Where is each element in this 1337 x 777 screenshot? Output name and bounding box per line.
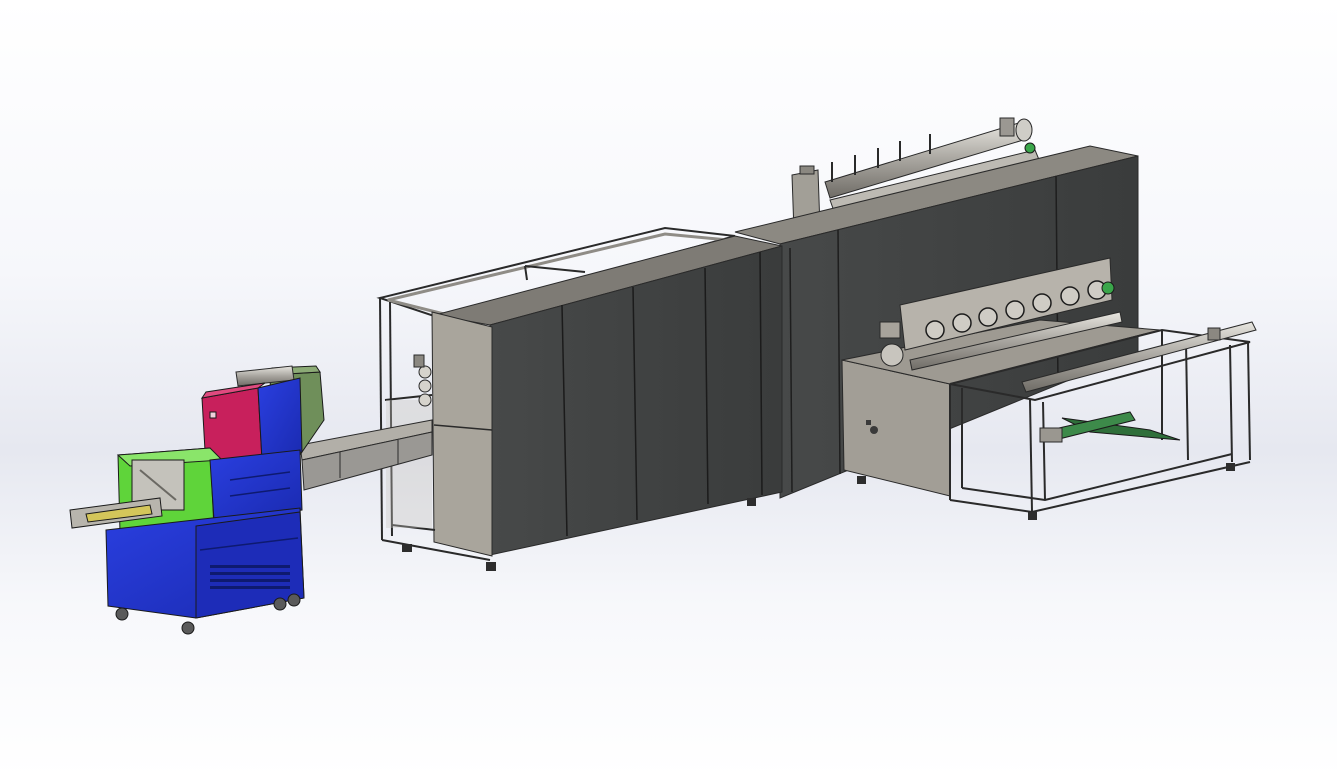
roller-icon: [1101, 281, 1115, 295]
top-roll-end-cap: [1015, 118, 1033, 142]
flow-wrap-packer: [69, 365, 325, 635]
top-gearbox-cap: [799, 165, 815, 175]
main-cabinet-end-panel: [431, 311, 493, 557]
packer-blue-upper: [257, 377, 303, 461]
top-roll-shaft-end: [999, 117, 1015, 137]
roller-icon: [1024, 142, 1036, 154]
cad-viewport[interactable]: [0, 0, 1337, 777]
main-cabinet-side-rollers: [413, 354, 432, 407]
machine-assembly-render: [69, 117, 1257, 635]
